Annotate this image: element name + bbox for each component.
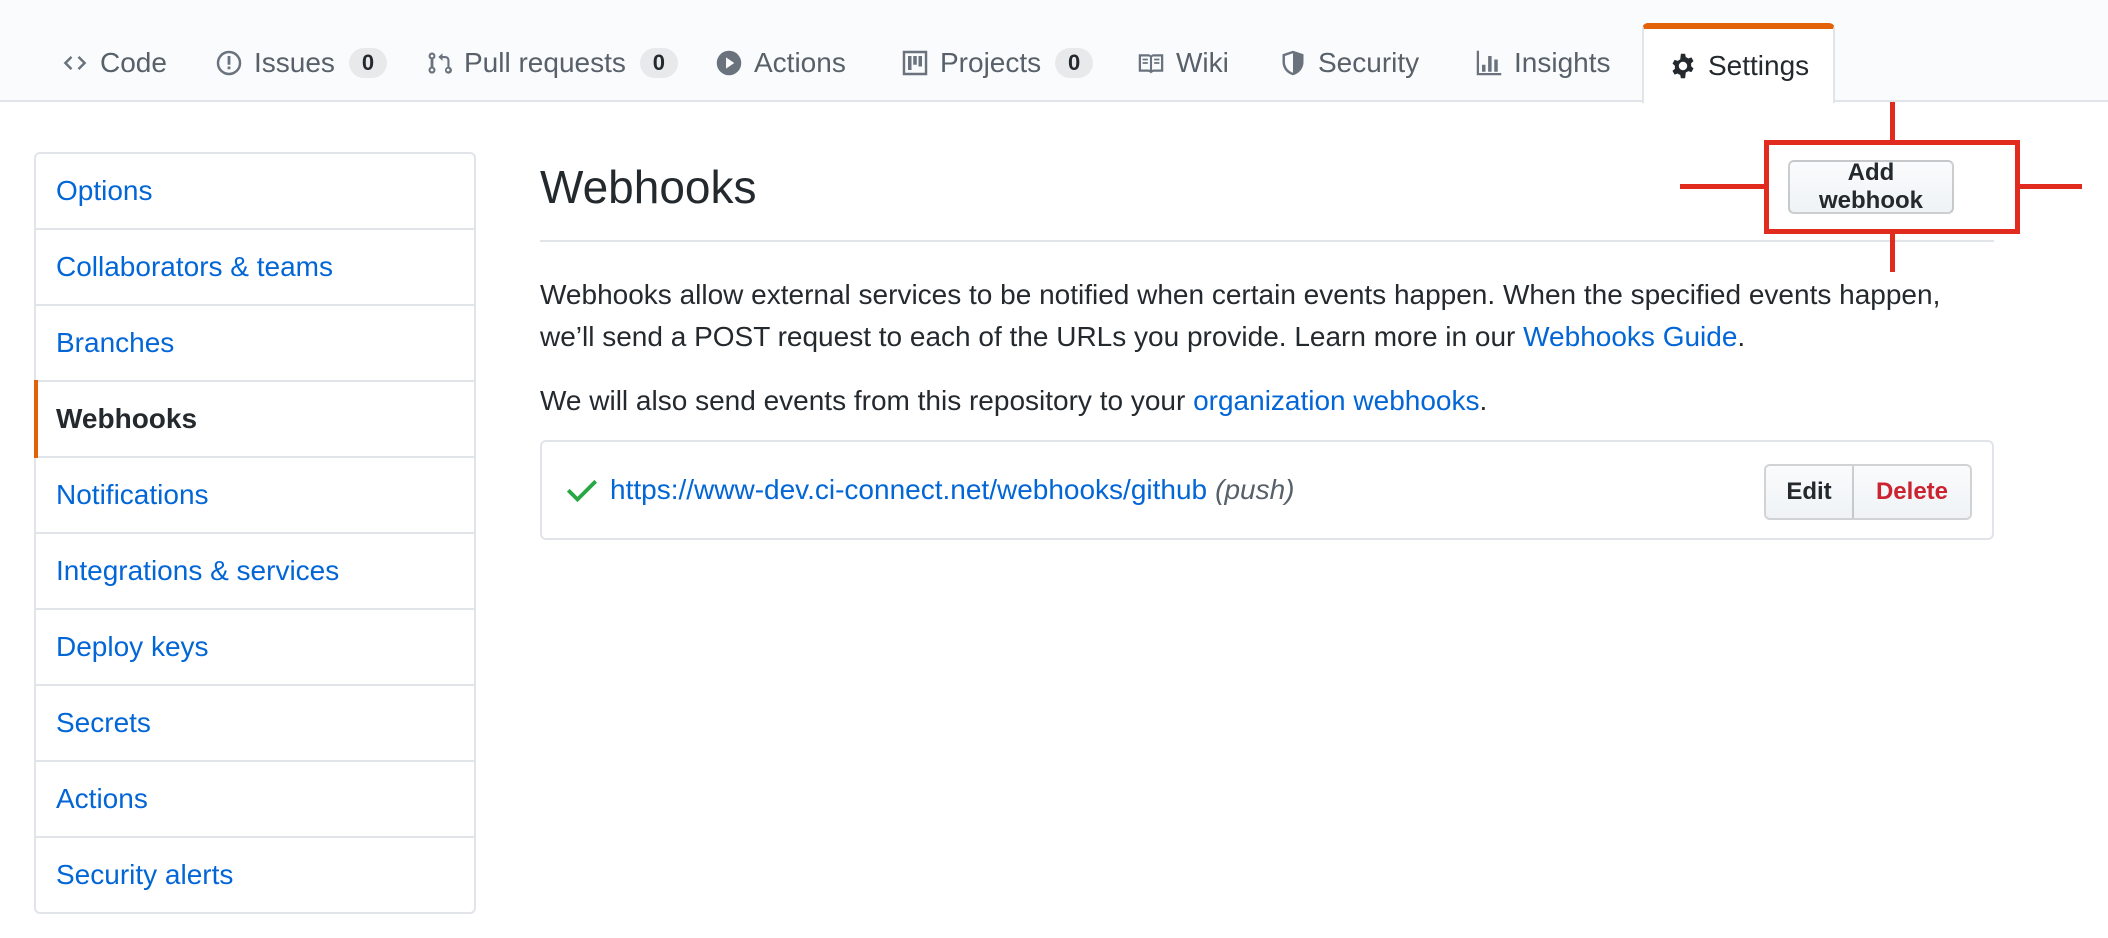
tab-pull-requests[interactable]: Pull requests 0 xyxy=(410,24,692,102)
issues-counter: 0 xyxy=(348,48,387,78)
tab-issues[interactable]: Issues 0 xyxy=(200,24,401,102)
tab-security[interactable]: Security xyxy=(1264,24,1433,102)
sidebar-item-webhooks[interactable]: Webhooks xyxy=(34,380,474,458)
page-title: Webhooks xyxy=(540,161,757,213)
sidebar-item-collaborators[interactable]: Collaborators & teams xyxy=(36,230,474,306)
annotation-crosshair-right xyxy=(2020,184,2082,189)
webhook-events: (push) xyxy=(1215,474,1295,505)
webhook-list-item: https://www-dev.ci-connect.net/webhooks/… xyxy=(540,440,1994,540)
webhooks-guide-link[interactable]: Webhooks Guide xyxy=(1523,321,1737,352)
sidebar-item-label: Integrations & services xyxy=(56,555,340,586)
sidebar-item-label: Options xyxy=(56,175,153,206)
sidebar-item-label: Deploy keys xyxy=(56,631,209,662)
organization-note: We will also send events from this repos… xyxy=(540,380,1487,422)
delete-webhook-button[interactable]: Delete xyxy=(1854,466,1970,518)
issue-opened-icon xyxy=(214,48,244,78)
shield-icon xyxy=(1278,48,1308,78)
tab-label: Pull requests xyxy=(464,47,626,78)
project-icon xyxy=(900,48,930,78)
annotation-crosshair-top xyxy=(1890,102,1895,140)
tab-label: Insights xyxy=(1514,47,1611,78)
org-text: We will also send events from this repos… xyxy=(540,385,1194,416)
tab-label: Projects xyxy=(940,47,1042,78)
git-pull-request-icon xyxy=(424,48,454,78)
sidebar-item-options[interactable]: Options xyxy=(36,154,474,230)
sidebar-item-label: Collaborators & teams xyxy=(56,251,334,282)
org-period: . xyxy=(1479,385,1488,416)
tab-code[interactable]: Code xyxy=(46,24,181,102)
sidebar-item-label: Actions xyxy=(56,783,148,814)
pull-requests-counter: 0 xyxy=(639,48,678,78)
sidebar-item-notifications[interactable]: Notifications xyxy=(36,458,474,534)
tab-actions[interactable]: Actions xyxy=(700,24,860,102)
webhooks-description: Webhooks allow external services to be n… xyxy=(540,274,1960,358)
sidebar-item-label: Branches xyxy=(56,327,175,358)
tab-label: Issues xyxy=(254,47,335,78)
settings-sidebar: Options Collaborators & teams Branches W… xyxy=(34,152,476,914)
tab-label: Security xyxy=(1318,47,1420,78)
tab-insights[interactable]: Insights xyxy=(1460,24,1625,102)
tab-settings[interactable]: Settings xyxy=(1642,23,1836,103)
sidebar-item-deploy-keys[interactable]: Deploy keys xyxy=(36,610,474,686)
sidebar-item-branches[interactable]: Branches xyxy=(36,306,474,382)
sidebar-item-security-alerts[interactable]: Security alerts xyxy=(36,838,474,912)
graph-icon xyxy=(1474,48,1504,78)
edit-webhook-button[interactable]: Edit xyxy=(1766,466,1854,518)
sidebar-item-integrations[interactable]: Integrations & services xyxy=(36,534,474,610)
sidebar-item-secrets[interactable]: Secrets xyxy=(36,686,474,762)
code-icon xyxy=(60,48,90,78)
organization-webhooks-link[interactable]: organization webhooks xyxy=(1193,385,1479,416)
annotation-highlight-box xyxy=(1764,140,2020,234)
sidebar-item-actions[interactable]: Actions xyxy=(36,762,474,838)
tab-label: Code xyxy=(100,47,167,78)
tab-wiki[interactable]: Wiki xyxy=(1122,24,1243,102)
sidebar-item-label: Webhooks xyxy=(56,403,198,434)
annotation-crosshair-bottom xyxy=(1890,234,1895,272)
tab-projects[interactable]: Projects 0 xyxy=(886,24,1107,102)
tab-label: Settings xyxy=(1708,50,1810,81)
tab-label: Actions xyxy=(754,47,846,78)
sidebar-item-label: Notifications xyxy=(56,479,209,510)
gear-icon xyxy=(1668,51,1698,81)
webhook-actions: Edit Delete xyxy=(1764,464,1972,520)
title-divider xyxy=(540,240,1994,242)
book-icon xyxy=(1136,48,1166,78)
sidebar-item-label: Secrets xyxy=(56,707,151,738)
play-icon xyxy=(714,48,744,78)
webhook-entry: https://www-dev.ci-connect.net/webhooks/… xyxy=(610,468,1295,512)
sidebar-item-label: Security alerts xyxy=(56,859,234,890)
check-icon xyxy=(566,479,598,503)
description-period: . xyxy=(1737,321,1746,352)
projects-counter: 0 xyxy=(1055,48,1094,78)
tab-label: Wiki xyxy=(1176,47,1229,78)
webhook-url-link[interactable]: https://www-dev.ci-connect.net/webhooks/… xyxy=(610,474,1207,505)
annotation-crosshair-left xyxy=(1680,184,1764,189)
repo-tab-bar: Code Issues 0 Pull requests 0 Actions Pr… xyxy=(0,0,2108,103)
